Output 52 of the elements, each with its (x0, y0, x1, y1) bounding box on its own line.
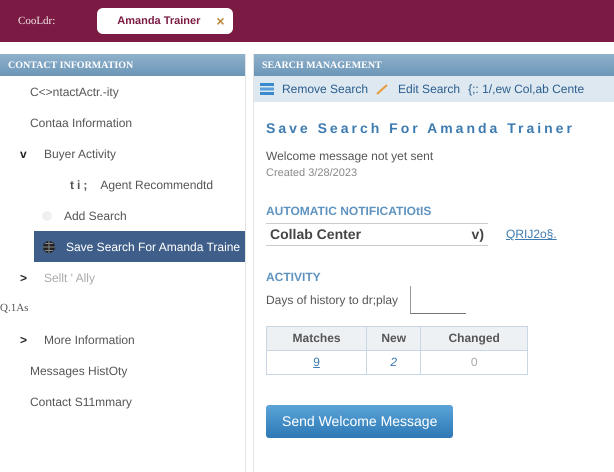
table-cell[interactable]: 9 (266, 350, 367, 374)
sidebar-item[interactable]: C<>ntactActr.-ity (0, 76, 245, 107)
toggle-icon[interactable]: > (20, 330, 34, 348)
column-header: Matches (266, 326, 367, 350)
item-label: Agent Recommendtd (100, 176, 214, 194)
sidebar-item[interactable]: Contact S11mmary (0, 386, 245, 417)
globe-icon (42, 240, 56, 254)
panel-header: CONTACT INFORMATION (0, 54, 245, 76)
list-icon (260, 83, 274, 95)
sidebar-item[interactable]: Contaa Information (0, 107, 245, 138)
toggle-icon[interactable]: > (20, 268, 34, 286)
pencil-icon (376, 83, 390, 95)
item-label: Save Search For Amanda Traine (66, 238, 240, 256)
column-header: New (366, 326, 421, 350)
table-cell: 0 (420, 350, 528, 374)
item-label: Buyer Activity (44, 146, 116, 162)
toggle-icon[interactable]: v (20, 144, 34, 162)
created-date: Created 3/28/2023 (266, 166, 358, 181)
item-label: Contact S11mmary (30, 394, 132, 410)
item-label: Add Search (64, 208, 127, 224)
toolbar-link[interactable]: Remove Search (282, 80, 368, 98)
panel-header: SEARCH MANAGEMENT (254, 54, 614, 76)
sidebar-item[interactable]: Q.1As (0, 293, 245, 324)
item-label: Messages HistOty (30, 362, 128, 380)
item-label: Sellt ' Ally (44, 270, 95, 286)
item-prefix: ti; (70, 176, 90, 194)
app-label: CooLdr: (18, 14, 56, 29)
sidebar-item[interactable]: Save Search For Amanda Traine (34, 231, 245, 262)
toolbar-link[interactable]: Edit Search (398, 80, 460, 98)
contact-tab[interactable]: Amanda Trainer × (97, 8, 233, 34)
sidebar-item[interactable]: > Sellt ' Ally (0, 262, 245, 293)
days-field[interactable] (410, 286, 466, 314)
item-label: Q.1As (0, 301, 28, 316)
sidebar-item[interactable]: ti; Agent Recommendtd (0, 169, 245, 200)
status-text: Welcome message not yet sent (266, 148, 434, 165)
toolbar-link[interactable]: {;: 1/,ew Col,ab Cente (468, 80, 584, 98)
sidebar-item[interactable]: v Buyer Activity (0, 138, 245, 169)
notification-select[interactable]: Collab Center v) (266, 222, 488, 246)
notification-link[interactable]: QRIJ2o§. (506, 225, 557, 243)
item-label: Contaa Information (30, 114, 132, 132)
item-label: C<>ntactActr.-ity (30, 84, 119, 100)
days-label: Days of history to dr;play (266, 292, 398, 308)
item-label: More Information (44, 332, 135, 348)
send-button[interactable]: Send Welcome Message (266, 404, 454, 438)
table-cell[interactable]: 2 (366, 350, 421, 374)
section-title: AUTOMATIC NOTIFICATIOtIS (266, 202, 432, 220)
column-header: Changed (420, 326, 528, 350)
sidebar-item[interactable]: Add Search (0, 200, 245, 231)
section-title: ACTIVITY (266, 268, 322, 286)
sidebar-item[interactable]: > More Information (0, 324, 245, 355)
search-title: Save Search For Amanda Trainer (266, 119, 576, 138)
sidebar-item[interactable]: Messages HistOty (0, 355, 245, 386)
